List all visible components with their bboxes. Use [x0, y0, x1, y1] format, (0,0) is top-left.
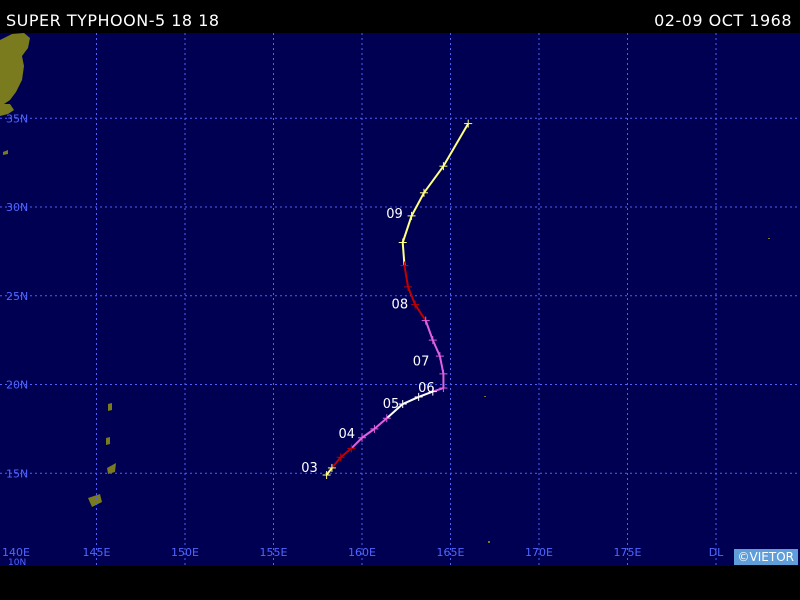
- latitude-label: 10N: [8, 558, 26, 568]
- label-layer: 140E 145E 150E 155E 160E 165E 170E 175E DL15N20N…: [2, 112, 724, 568]
- day-label: 05: [383, 397, 400, 412]
- track-map: 140E 145E 150E 155E 160E 165E 170E 175E DL15N20N…: [0, 33, 800, 568]
- track-segment: [410, 192, 425, 217]
- track-segment: [438, 355, 445, 375]
- mariana-island-4: [106, 437, 110, 445]
- mariana-island-3: [108, 403, 112, 411]
- track-segment: [423, 165, 445, 194]
- day-label: 06: [418, 381, 435, 396]
- track-segment: [431, 339, 441, 357]
- longitude-label: 175E: [614, 546, 642, 559]
- longitude-label: 170E: [525, 546, 553, 559]
- track-segment: [331, 456, 342, 469]
- longitude-label: 155E: [260, 546, 288, 559]
- track-segment: [403, 265, 410, 288]
- longitude-label: 150E: [171, 546, 199, 559]
- latitude-label: 15N: [6, 467, 28, 480]
- track-segment: [361, 428, 375, 439]
- mariana-island-2: [88, 494, 102, 507]
- mariana-island-1: [107, 463, 116, 474]
- track-segment: [414, 304, 427, 322]
- track-segment: [373, 417, 388, 430]
- day-label: 03: [301, 461, 318, 476]
- day-label: 07: [413, 354, 430, 369]
- island-dot: [488, 541, 490, 543]
- day-label: 08: [392, 298, 409, 313]
- track-segment: [340, 447, 353, 459]
- latitude-label: 30N: [6, 201, 28, 214]
- track-segment: [407, 286, 417, 305]
- island-dot: [768, 238, 770, 239]
- track-segment: [424, 320, 434, 341]
- track-segment: [402, 396, 420, 405]
- longitude-label: DL: [709, 546, 724, 559]
- latitude-label: 20N: [6, 379, 28, 392]
- bonin-island: [3, 150, 8, 155]
- track-segment: [442, 123, 470, 167]
- track-segment: [325, 467, 333, 476]
- day-label: 04: [338, 427, 355, 442]
- credit-badge: ©VIETOR: [733, 549, 798, 565]
- japan-honshu: [0, 33, 30, 104]
- longitude-label: 145E: [83, 546, 111, 559]
- longitude-label: 165E: [437, 546, 465, 559]
- latitude-label: 25N: [6, 290, 28, 303]
- longitude-label: 160E: [348, 546, 376, 559]
- day-label: 09: [386, 207, 403, 222]
- latitude-label: 35N: [6, 112, 28, 125]
- island-dot: [484, 396, 486, 397]
- land-layer: [0, 33, 116, 507]
- track-segment: [401, 215, 413, 243]
